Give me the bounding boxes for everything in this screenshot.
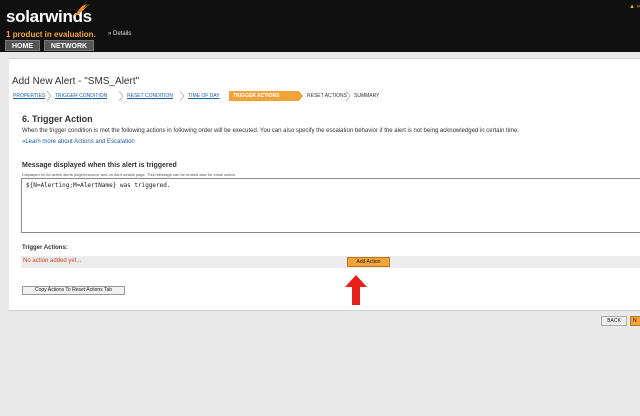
top-header: solarwinds 1 product in evaluation. » De… bbox=[0, 0, 640, 52]
main-panel: Add New Alert - "SMS_Alert" PROPERTIES T… bbox=[9, 58, 640, 311]
nav-tab-home[interactable]: HOME bbox=[5, 40, 40, 51]
wizard-step-reset-condition[interactable]: RESET CONDITION bbox=[125, 91, 173, 101]
chevron-right-icon bbox=[299, 91, 303, 101]
evaluation-notice: 1 product in evaluation. bbox=[6, 30, 96, 39]
alert-message-textarea[interactable]: ${N=Alerting;M=AlertName} was triggered. bbox=[21, 178, 640, 233]
wizard-step-trigger-condition[interactable]: TRIGGER CONDITION bbox=[53, 91, 107, 101]
copy-actions-button[interactable]: Copy Actions To Reset Actions Tab bbox=[22, 286, 125, 295]
wizard-steps: PROPERTIES TRIGGER CONDITION RESET CONDI… bbox=[11, 91, 631, 101]
wizard-step-properties[interactable]: PROPERTIES bbox=[11, 91, 45, 101]
learn-more-link[interactable]: »Learn more about Actions and Escalation bbox=[22, 139, 135, 145]
details-link[interactable]: » Details bbox=[108, 31, 131, 37]
nav-tab-network[interactable]: NETWORK bbox=[44, 40, 94, 51]
next-button[interactable]: N bbox=[630, 316, 640, 326]
message-help-text: Displayed on All active alerts page/reso… bbox=[22, 172, 237, 177]
chevron-right-icon bbox=[180, 91, 184, 101]
wizard-step-trigger-actions[interactable]: TRIGGER ACTIONS bbox=[229, 91, 299, 101]
trigger-actions-label: Trigger Actions: bbox=[22, 245, 68, 251]
add-action-button[interactable]: Add Action bbox=[347, 257, 390, 267]
arrow-up-icon bbox=[345, 275, 367, 305]
wizard-step-reset-actions[interactable]: RESET ACTIONS bbox=[305, 91, 347, 101]
back-button[interactable]: BACK bbox=[601, 316, 627, 326]
chevron-right-icon bbox=[119, 91, 123, 101]
section-description: When the trigger condition is met the fo… bbox=[22, 128, 519, 134]
wizard-step-time-of-day[interactable]: TIME OF DAY bbox=[186, 91, 220, 101]
no-action-message: No action added yet... bbox=[23, 258, 82, 264]
logo-bird-icon bbox=[71, 3, 91, 17]
message-label: Message displayed when this alert is tri… bbox=[22, 162, 177, 169]
trigger-actions-list: No action added yet... Add Action bbox=[21, 256, 640, 268]
chevron-right-icon bbox=[346, 91, 350, 101]
user-menu[interactable]: ▲ » bbox=[629, 4, 640, 10]
section-title: 6. Trigger Action bbox=[22, 114, 93, 124]
page-title: Add New Alert - "SMS_Alert" bbox=[12, 76, 140, 87]
chevron-right-icon bbox=[47, 91, 51, 101]
wizard-step-summary[interactable]: SUMMARY bbox=[352, 91, 379, 101]
